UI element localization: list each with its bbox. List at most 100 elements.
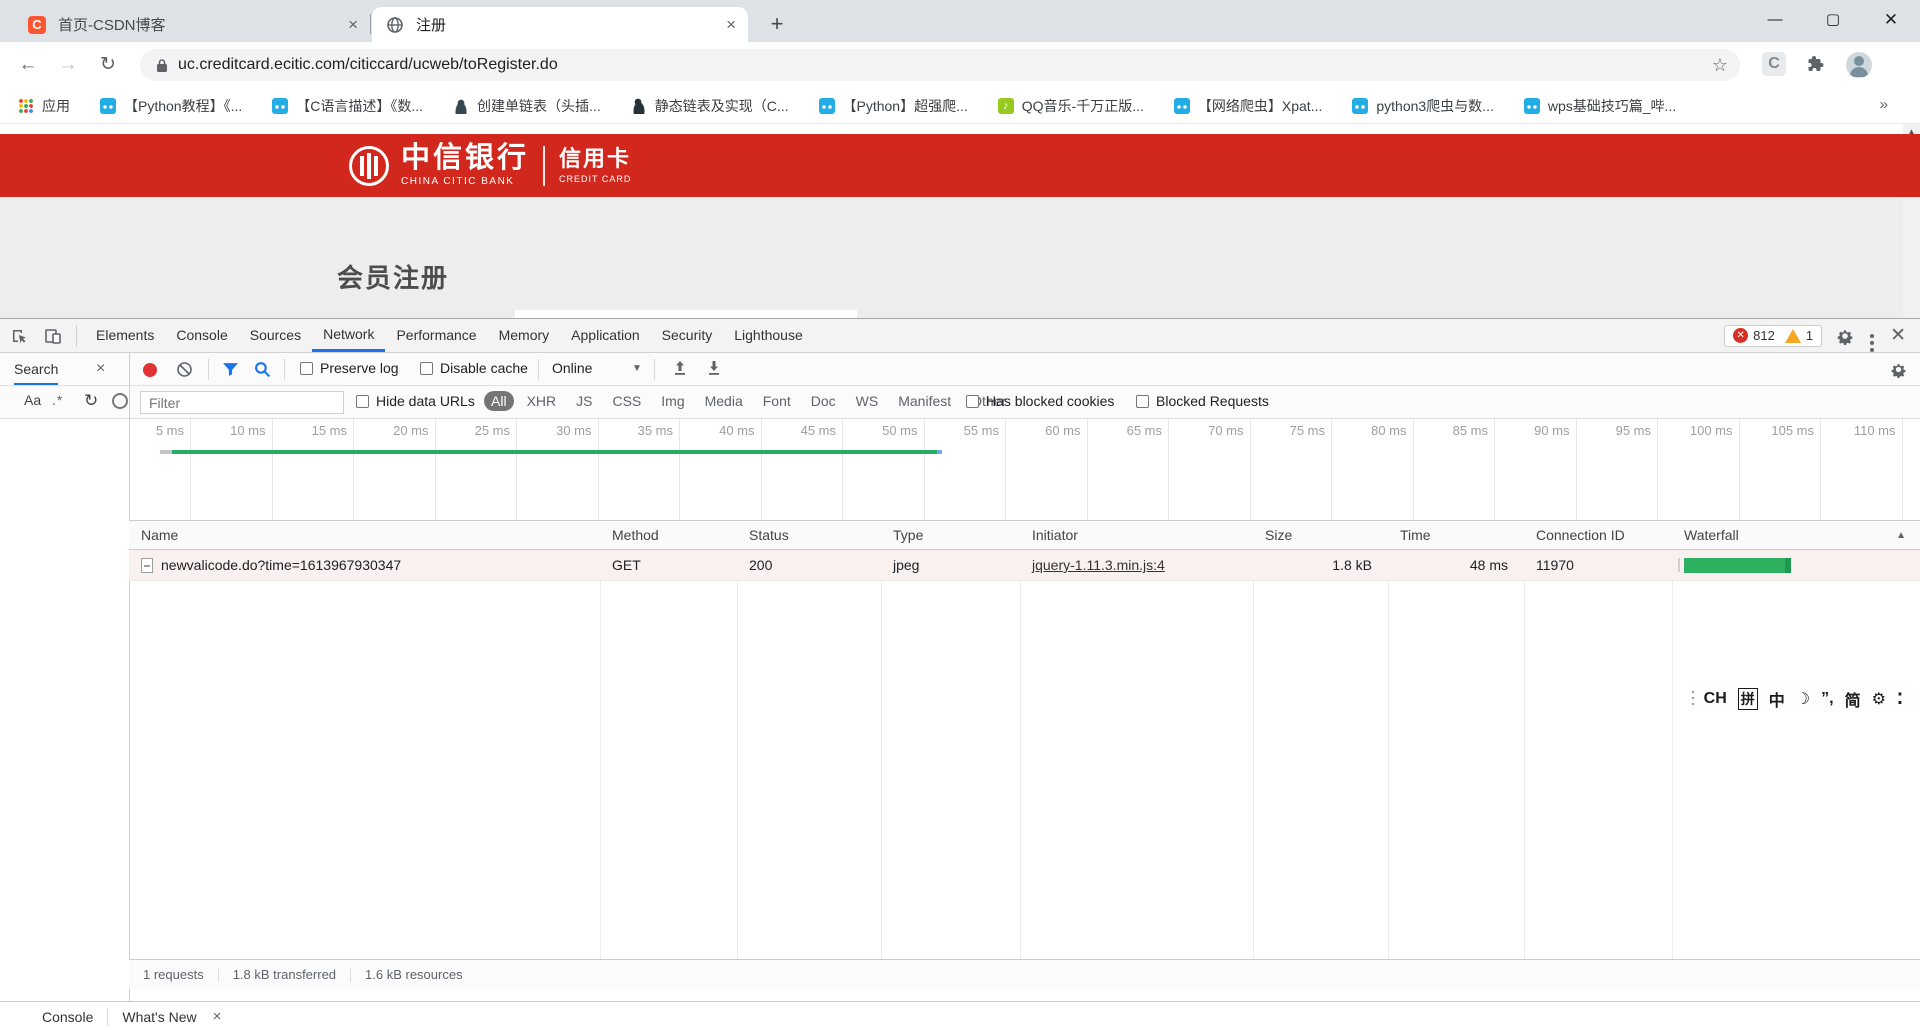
filter-input[interactable] xyxy=(140,391,344,414)
maximize-button[interactable]: ▢ xyxy=(1804,0,1862,42)
hide-data-urls-checkbox[interactable]: Hide data URLs xyxy=(356,393,475,409)
col-header-name[interactable]: Name xyxy=(129,521,600,550)
address-bar[interactable]: uc.creditcard.ecitic.com/citiccard/ucweb… xyxy=(140,49,1740,81)
search-drawer-tab[interactable]: Search xyxy=(14,353,59,385)
col-header-status[interactable]: Status xyxy=(737,521,881,550)
col-header-initiator[interactable]: Initiator xyxy=(1020,521,1253,550)
devtools-tab[interactable]: Network xyxy=(312,319,386,352)
scrollbar-thumb[interactable] xyxy=(1903,134,1920,197)
ime-indicator[interactable]: CH xyxy=(1704,690,1727,708)
bookmark-item[interactable]: 静态链表及实现（C... xyxy=(630,96,789,116)
network-overview-timeline[interactable]: 5 ms 10 ms 15 ms 20 ms 25 ms 30 ms 35 ms 40 ms 4… xyxy=(130,419,1920,521)
forward-button[interactable]: → xyxy=(54,51,82,79)
devtools-tab[interactable]: Console xyxy=(165,319,238,352)
resource-type-filter[interactable]: XHR xyxy=(520,391,564,411)
resource-type-filter[interactable]: CSS xyxy=(605,391,648,411)
devtools-tab[interactable]: Lighthouse xyxy=(723,319,814,352)
sort-ascending-icon[interactable]: ▲ xyxy=(1896,521,1906,550)
devtools-menu-kebab-icon[interactable] xyxy=(1870,333,1875,338)
initiator-link[interactable]: jquery-1.11.3.min.js:4 xyxy=(1032,557,1165,573)
devtools-tab[interactable]: Performance xyxy=(385,319,487,352)
back-button[interactable]: ← xyxy=(14,51,42,79)
resource-type-filter[interactable]: Manifest xyxy=(891,391,958,411)
col-header-size[interactable]: Size xyxy=(1253,521,1388,550)
ime-indicator[interactable]: 拼 xyxy=(1737,688,1758,710)
record-network-log-button[interactable] xyxy=(143,363,157,377)
match-case-button[interactable]: Aa xyxy=(24,392,41,408)
resource-type-filter[interactable]: JS xyxy=(569,391,599,411)
extension-badge[interactable]: C xyxy=(1762,52,1786,76)
resource-type-filter[interactable]: All xyxy=(484,391,514,411)
col-header-method[interactable]: Method xyxy=(600,521,737,550)
resource-type-filter[interactable]: Media xyxy=(698,391,750,411)
import-har-icon[interactable] xyxy=(672,360,688,377)
column-divider[interactable] xyxy=(1524,521,1525,959)
search-close-icon[interactable]: × xyxy=(96,360,105,378)
devtools-tab[interactable]: Application xyxy=(560,319,651,352)
search-cancel-icon[interactable] xyxy=(112,393,128,409)
tab-close-icon[interactable]: × xyxy=(726,15,736,35)
col-header-waterfall[interactable]: Waterfall xyxy=(1672,521,1872,550)
drawer-tab-whats-new[interactable]: What's New xyxy=(108,1009,210,1025)
ime-indicator[interactable]: ⁚ xyxy=(1897,689,1903,709)
filter-funnel-icon[interactable] xyxy=(222,361,239,378)
bookmark-item[interactable]: 【Python教程】《... xyxy=(100,96,242,116)
devtools-close-icon[interactable]: ✕ xyxy=(1890,324,1906,347)
column-divider[interactable] xyxy=(1672,521,1673,959)
column-divider[interactable] xyxy=(1020,521,1021,959)
request-status-cell[interactable]: 200 xyxy=(737,550,881,581)
disable-cache-checkbox[interactable]: Disable cache xyxy=(420,360,528,376)
throttling-select[interactable]: Online xyxy=(552,360,592,376)
bookmark-item[interactable]: 【C语言描述】《数... xyxy=(272,96,423,116)
resource-type-filter[interactable]: Img xyxy=(654,391,691,411)
clear-network-log-icon[interactable] xyxy=(176,361,193,378)
bookmark-star-icon[interactable]: ☆ xyxy=(1712,55,1728,76)
inspect-element-icon[interactable] xyxy=(4,323,34,349)
blocked-requests-checkbox[interactable]: Blocked Requests xyxy=(1136,393,1269,409)
bookmarks-overflow-chevron[interactable]: » xyxy=(1880,96,1888,113)
network-settings-gear-icon[interactable] xyxy=(1890,361,1907,378)
bookmark-item[interactable]: 创建单链表（头插... xyxy=(453,96,601,116)
browser-tab-csdn[interactable]: C 首页-CSDN博客 × xyxy=(14,7,370,42)
profile-avatar[interactable] xyxy=(1846,52,1872,78)
bookmark-item[interactable]: 【Python】超强爬... xyxy=(818,96,968,116)
ime-indicator[interactable]: 简 xyxy=(1845,687,1861,711)
column-divider[interactable] xyxy=(1388,521,1389,959)
bookmark-item[interactable]: python3爬虫与数... xyxy=(1352,96,1494,116)
page-scrollbar[interactable]: ▲ xyxy=(1903,124,1920,318)
tab-close-icon[interactable]: × xyxy=(348,15,358,35)
new-tab-button[interactable]: + xyxy=(762,10,792,40)
resource-type-filter[interactable]: WS xyxy=(849,391,886,411)
devtools-settings-gear-icon[interactable] xyxy=(1836,327,1854,345)
minimize-button[interactable]: — xyxy=(1746,0,1804,42)
has-blocked-cookies-checkbox[interactable]: Has blocked cookies xyxy=(966,393,1114,409)
device-toolbar-icon[interactable] xyxy=(38,323,68,349)
column-divider[interactable] xyxy=(881,521,882,959)
bookmark-item[interactable]: wps基础技巧篇_哔... xyxy=(1523,96,1676,116)
request-type-cell[interactable]: jpeg xyxy=(881,550,1020,581)
resource-type-filter[interactable]: Font xyxy=(756,391,798,411)
browser-tab-register[interactable]: 注册 × xyxy=(372,7,748,42)
export-har-icon[interactable] xyxy=(706,360,722,377)
bookmark-item[interactable]: QQ音乐-千万正版... xyxy=(997,96,1144,116)
request-row[interactable]: newvalicode.do?time=1613967930347 GET 20… xyxy=(129,550,1920,581)
request-name-cell[interactable]: newvalicode.do?time=1613967930347 xyxy=(129,550,600,581)
devtools-tab[interactable]: Elements xyxy=(85,319,165,352)
close-button[interactable]: ✕ xyxy=(1862,0,1920,42)
request-method-cell[interactable]: GET xyxy=(600,550,737,581)
lock-icon[interactable] xyxy=(156,58,168,73)
request-size-cell[interactable]: 1.8 kB xyxy=(1253,550,1382,581)
search-refresh-icon[interactable]: ↻ xyxy=(84,391,98,411)
col-header-connection-id[interactable]: Connection ID xyxy=(1524,521,1672,550)
regex-button[interactable]: .* xyxy=(52,392,63,408)
ime-indicator[interactable]: 中 xyxy=(1769,687,1785,711)
reload-button[interactable]: ↻ xyxy=(94,51,122,79)
request-initiator-cell[interactable]: jquery-1.11.3.min.js:4 xyxy=(1020,550,1253,581)
preserve-log-checkbox[interactable]: Preserve log xyxy=(300,360,399,376)
url-text[interactable]: uc.creditcard.ecitic.com/citiccard/ucweb… xyxy=(178,56,558,74)
col-header-type[interactable]: Type xyxy=(881,521,1020,550)
devtools-tab[interactable]: Sources xyxy=(239,319,312,352)
ime-indicator[interactable]: ⚙ xyxy=(1872,689,1886,709)
ime-indicator[interactable]: ☽ xyxy=(1796,689,1810,709)
bookmark-item[interactable]: 【网络爬虫】Xpat... xyxy=(1173,96,1322,116)
